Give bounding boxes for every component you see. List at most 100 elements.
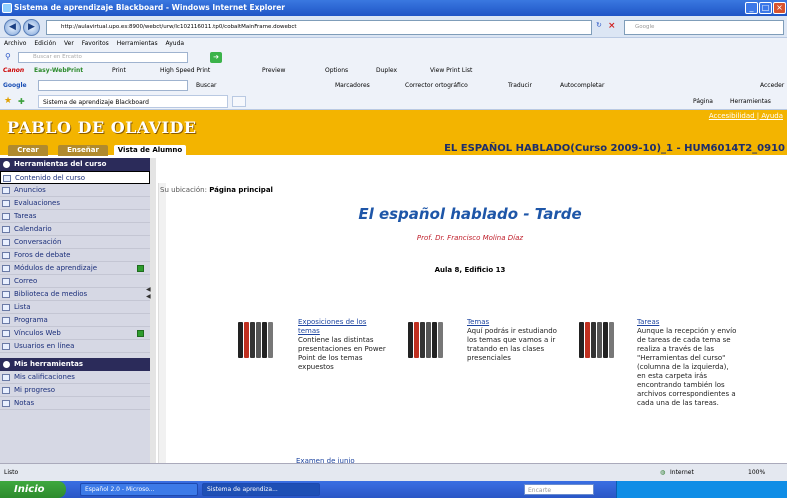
find-input[interactable]: Buscar en Ercatto xyxy=(18,52,188,63)
binder-folder-icon[interactable] xyxy=(236,318,274,358)
sidebar-item-modulos[interactable]: Módulos de aprendizaje xyxy=(0,262,150,275)
google-logo: Google xyxy=(3,82,27,89)
canon-view-list-button[interactable]: View Print List xyxy=(430,64,472,78)
sidebar-item-lista[interactable]: Lista xyxy=(0,301,150,314)
canon-options-button[interactable]: Options xyxy=(325,64,348,78)
module-icon xyxy=(2,265,10,272)
google-buscar-button[interactable]: Buscar xyxy=(196,78,217,93)
canon-print-button[interactable]: Print xyxy=(112,64,126,78)
find-go-button[interactable]: ➔ xyxy=(210,52,222,63)
pagina-menu[interactable]: Página xyxy=(693,93,713,110)
canon-product[interactable]: Easy-WebPrint xyxy=(34,64,83,78)
canon-hs-print-button[interactable]: High Speed Print xyxy=(160,64,210,78)
new-tab-button[interactable] xyxy=(232,96,246,107)
tab-ensenar[interactable]: Enseñar xyxy=(58,145,108,156)
zoom-level[interactable]: 100% xyxy=(748,464,765,482)
sidebar-item-anuncios[interactable]: Anuncios xyxy=(0,184,150,197)
sidebar-item-usuarios[interactable]: Usuarios en línea xyxy=(0,340,150,353)
minimize-button[interactable]: _ xyxy=(745,2,758,14)
menu-favoritos[interactable]: Favoritos xyxy=(82,40,109,47)
google-search-input[interactable] xyxy=(38,80,188,91)
sidebar-item-biblioteca[interactable]: Biblioteca de medios xyxy=(0,288,150,301)
canon-preview-button[interactable]: Preview xyxy=(262,64,285,78)
sidebar-item-label: Conversación xyxy=(14,238,62,246)
sidebar-item-label: Correo xyxy=(14,277,38,285)
tab-vista-alumno[interactable]: Vista de Alumno xyxy=(114,145,186,156)
menu-archivo[interactable]: Archivo xyxy=(4,40,26,47)
collapse-sidebar-icon[interactable]: ◀ ◀ xyxy=(146,286,151,308)
google-toolbar: Google Buscar Marcadores Corrector ortog… xyxy=(0,78,787,93)
classroom-location: Aula 8, Edificio 13 xyxy=(434,266,506,274)
binder-folder-icon[interactable] xyxy=(577,318,615,358)
sidebar-item-vinculos[interactable]: Vínculos Web xyxy=(0,327,150,340)
find-placeholder: Buscar en Ercatto xyxy=(33,54,82,60)
add-favorite-icon[interactable]: ✚ xyxy=(18,93,25,110)
sidebar-item-label: Módulos de aprendizaje xyxy=(14,264,98,272)
course-tools-sidebar: Herramientas del curso Contenido del cur… xyxy=(0,158,150,463)
accesibilidad-ayuda-links[interactable]: Accesibilidad | Ayuda xyxy=(709,112,783,120)
menu-edicion[interactable]: Edición xyxy=(34,40,56,47)
sidebar-item-label: Notas xyxy=(14,399,35,407)
magnifier-icon: ⚲ xyxy=(5,52,11,61)
breadcrumb-label: Su ubicación: xyxy=(160,186,207,194)
folder-link-exposiciones[interactable]: Exposiciones de los temas xyxy=(298,318,388,336)
menu-ayuda[interactable]: Ayuda xyxy=(166,40,185,47)
sidebar-item-notas[interactable]: Notas xyxy=(0,397,150,410)
sidebar-scrollbar[interactable] xyxy=(150,158,156,463)
google-traducir-button[interactable]: Traducir xyxy=(508,78,532,93)
mail-icon xyxy=(2,278,10,285)
sidebar-item-contenido[interactable]: Contenido del curso xyxy=(0,171,150,184)
google-corrector-button[interactable]: Corrector ortográfico xyxy=(405,78,468,93)
search-input[interactable]: Google xyxy=(624,20,784,35)
stop-icon[interactable]: × xyxy=(608,21,617,33)
chat-icon xyxy=(2,239,10,246)
ie-app-icon xyxy=(2,3,12,13)
back-icon[interactable]: ◀ xyxy=(4,19,21,36)
favorites-star-icon[interactable]: ★ xyxy=(4,93,12,110)
sidebar-item-label: Anuncios xyxy=(14,186,46,194)
sidebar-item-programa[interactable]: Programa xyxy=(0,314,150,327)
address-input[interactable]: http://aulavirtual.upo.es:8900/webct/urw… xyxy=(46,20,592,35)
taskbar-search-input[interactable]: Encarte xyxy=(524,484,594,495)
sidebar-item-calificaciones[interactable]: Mis calificaciones xyxy=(0,371,150,384)
sidebar-item-label: Biblioteca de medios xyxy=(14,290,88,298)
maximize-button[interactable]: □ xyxy=(759,2,772,14)
course-title: EL ESPAÑOL HABLADO(Curso 2009-10)_1 - HU… xyxy=(444,143,785,154)
folder-link-temas[interactable]: Temas xyxy=(467,318,557,327)
sidebar-item-evaluaciones[interactable]: Evaluaciones xyxy=(0,197,150,210)
sidebar-item-conversacion[interactable]: Conversación xyxy=(0,236,150,249)
sidebar-section-mis-herramientas: Mis herramientas xyxy=(0,358,150,371)
sidebar-item-correo[interactable]: Correo xyxy=(0,275,150,288)
menu-herramientas[interactable]: Herramientas xyxy=(117,40,158,47)
menu-ver[interactable]: Ver xyxy=(64,40,74,47)
herramientas-menu[interactable]: Herramientas xyxy=(730,93,771,110)
browser-tab-blackboard[interactable]: Sistema de aprendizaje Blackboard xyxy=(38,95,228,108)
content-scrollbar[interactable] xyxy=(158,183,166,463)
taskbar-item-ie[interactable]: Sistema de aprendiza... xyxy=(202,483,320,496)
sidebar-item-foros[interactable]: Foros de debate xyxy=(0,249,150,262)
tab-crear[interactable]: Crear xyxy=(8,145,48,156)
canon-duplex-button[interactable]: Duplex xyxy=(376,64,397,78)
sidebar-item-label: Mis calificaciones xyxy=(14,373,75,381)
new-content-icon xyxy=(137,330,144,337)
grades-icon xyxy=(2,374,10,381)
start-button[interactable]: Inicio xyxy=(0,481,66,498)
taskbar-item-word[interactable]: Español 2.0 - Microso... xyxy=(80,483,198,496)
sidebar-item-label: Mi progreso xyxy=(14,386,56,394)
sidebar-item-label: Tareas xyxy=(14,212,37,220)
users-online-icon xyxy=(2,343,10,350)
google-marcadores-button[interactable]: Marcadores xyxy=(335,78,370,93)
forward-icon[interactable]: ▶ xyxy=(23,19,40,36)
sidebar-item-calendario[interactable]: Calendario xyxy=(0,223,150,236)
folder-desc-tareas: Aunque la recepción y envío de tareas de… xyxy=(637,327,737,407)
progress-icon xyxy=(2,387,10,394)
folder-link-tareas[interactable]: Tareas xyxy=(637,318,737,327)
close-button[interactable]: × xyxy=(773,2,786,14)
google-autocompletar-button[interactable]: Autocompletar xyxy=(560,78,604,93)
binder-folder-icon[interactable] xyxy=(406,318,444,358)
refresh-icon[interactable]: ↻ xyxy=(596,21,604,33)
sidebar-item-progreso[interactable]: Mi progreso xyxy=(0,384,150,397)
google-acceder-link[interactable]: Acceder xyxy=(760,78,784,93)
breadcrumb-current: Página principal xyxy=(209,186,273,194)
sidebar-item-tareas[interactable]: Tareas xyxy=(0,210,150,223)
